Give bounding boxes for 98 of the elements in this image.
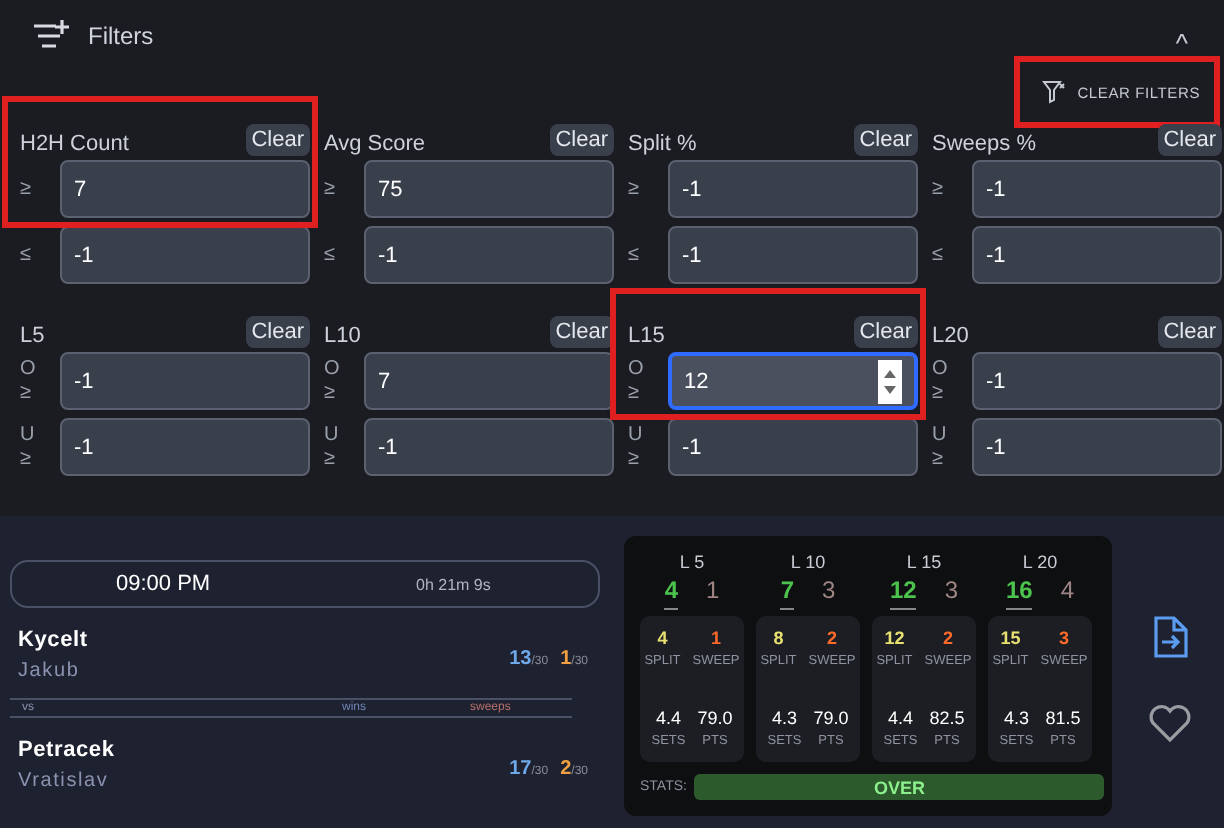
over-under-label: U	[324, 423, 341, 447]
clear-button[interactable]: Clear	[853, 316, 918, 348]
over-count: 12	[889, 576, 917, 610]
period-label: L 15	[906, 552, 942, 572]
operator-label: ≥	[932, 177, 945, 201]
number-input[interactable]: -1	[972, 226, 1222, 284]
operator-label: ≥	[20, 177, 33, 201]
split-value: 4	[657, 628, 668, 648]
sweep-value: 2	[943, 628, 954, 648]
operator-label: ≤	[932, 243, 945, 267]
number-input[interactable]: -1	[668, 418, 918, 476]
panel-title: Filters	[88, 22, 154, 50]
points-value: 81.5	[1045, 708, 1081, 728]
number-input[interactable]: -1	[60, 352, 310, 410]
sets-value: 4.3	[771, 708, 797, 728]
operator-label: ≥	[324, 447, 337, 471]
period-label: L 10	[790, 552, 826, 572]
clear-button[interactable]: Clear	[245, 316, 310, 348]
verdict-badge: OVER	[694, 774, 1104, 800]
player-first-name: Vratislav	[18, 770, 111, 792]
filter-clear-icon	[1041, 80, 1066, 104]
number-input[interactable]: -1	[668, 160, 918, 218]
operator-label: ≤	[324, 243, 337, 267]
operator-label: ≥	[932, 381, 945, 405]
over-under-label: O	[324, 357, 342, 381]
period-label: L 20	[1022, 552, 1058, 572]
sets-value: 4.4	[655, 708, 681, 728]
number-input[interactable]: -1	[60, 418, 310, 476]
over-under-label: O	[20, 357, 38, 381]
filter-label: H2H Count	[20, 132, 129, 156]
over-under-label: O	[932, 357, 950, 381]
number-input[interactable]: 7	[60, 160, 310, 218]
split-value: 8	[773, 628, 784, 648]
sets-value: 4.4	[887, 708, 913, 728]
number-input[interactable]: -1	[364, 226, 614, 284]
clear-button[interactable]: Clear	[1157, 316, 1222, 348]
over-under-label: U	[628, 423, 645, 447]
under-count: 3	[944, 576, 959, 608]
filter-label: Sweeps %	[932, 132, 1036, 156]
number-input[interactable]: 75	[364, 160, 614, 218]
operator-label: ≥	[324, 177, 337, 201]
player-first-name: Jakub	[18, 660, 82, 682]
player-last-name: Petracek	[18, 738, 115, 762]
sweep-value: 1	[711, 628, 722, 648]
clear-button[interactable]: Clear	[853, 124, 918, 156]
operator-label: ≥	[628, 447, 641, 471]
export-file-icon[interactable]	[1152, 616, 1188, 660]
over-count: 4	[664, 576, 678, 610]
split-value: 15	[1000, 628, 1021, 648]
over-count: 7	[780, 576, 794, 610]
number-input[interactable]: -1	[972, 418, 1222, 476]
heart-icon[interactable]	[1148, 704, 1192, 744]
filter-label: L5	[20, 324, 45, 348]
number-input[interactable]: -1	[60, 226, 310, 284]
under-count: 3	[822, 576, 836, 608]
spinner-icon[interactable]	[878, 359, 902, 403]
operator-label: ≤	[628, 243, 641, 267]
operator-label: ≥	[628, 381, 641, 405]
operator-label: ≥	[628, 177, 641, 201]
under-count: 1	[706, 576, 720, 608]
countdown: 0h 21m 9s	[416, 575, 491, 593]
operator-label: ≥	[324, 381, 337, 405]
split-value: 12	[884, 628, 905, 648]
clear-button[interactable]: Clear	[245, 124, 310, 156]
operator-label: ≥	[932, 447, 945, 471]
points-value: 82.5	[929, 708, 965, 728]
number-input[interactable]: -1	[364, 418, 614, 476]
number-input[interactable]: -1	[668, 226, 918, 284]
filter-label: L10	[324, 324, 361, 348]
filter-label: L20	[932, 324, 969, 348]
operator-label: ≥	[20, 447, 33, 471]
clear-button[interactable]: Clear	[1157, 124, 1222, 156]
filter-add-icon	[32, 20, 72, 52]
sets-value: 4.3	[1003, 708, 1029, 728]
under-count: 4	[1060, 576, 1075, 608]
player-last-name: Kycelt	[18, 628, 88, 652]
sweep-value: 3	[1059, 628, 1070, 648]
clear-button[interactable]: Clear	[549, 124, 614, 156]
filter-label: L15	[628, 324, 665, 348]
collapse-button[interactable]: ^	[1175, 27, 1188, 57]
filter-label: Split %	[628, 132, 697, 156]
number-input[interactable]: -1	[972, 160, 1222, 218]
filter-label: Avg Score	[324, 132, 426, 156]
operator-label: ≤	[20, 243, 33, 267]
over-under-label: O	[628, 357, 646, 381]
period-label: L 5	[679, 552, 705, 572]
points-value: 79.0	[813, 708, 849, 728]
over-under-label: U	[932, 423, 949, 447]
over-count: 16	[1005, 576, 1033, 610]
number-input[interactable]: 7	[364, 352, 614, 410]
number-input[interactable]: 12	[668, 352, 918, 410]
number-input[interactable]: -1	[972, 352, 1222, 410]
sweep-value: 2	[827, 628, 838, 648]
operator-label: ≥	[20, 381, 33, 405]
over-under-label: U	[20, 423, 37, 447]
points-value: 79.0	[697, 708, 733, 728]
clear-button[interactable]: Clear	[549, 316, 614, 348]
match-time: 09:00 PM	[116, 572, 213, 596]
